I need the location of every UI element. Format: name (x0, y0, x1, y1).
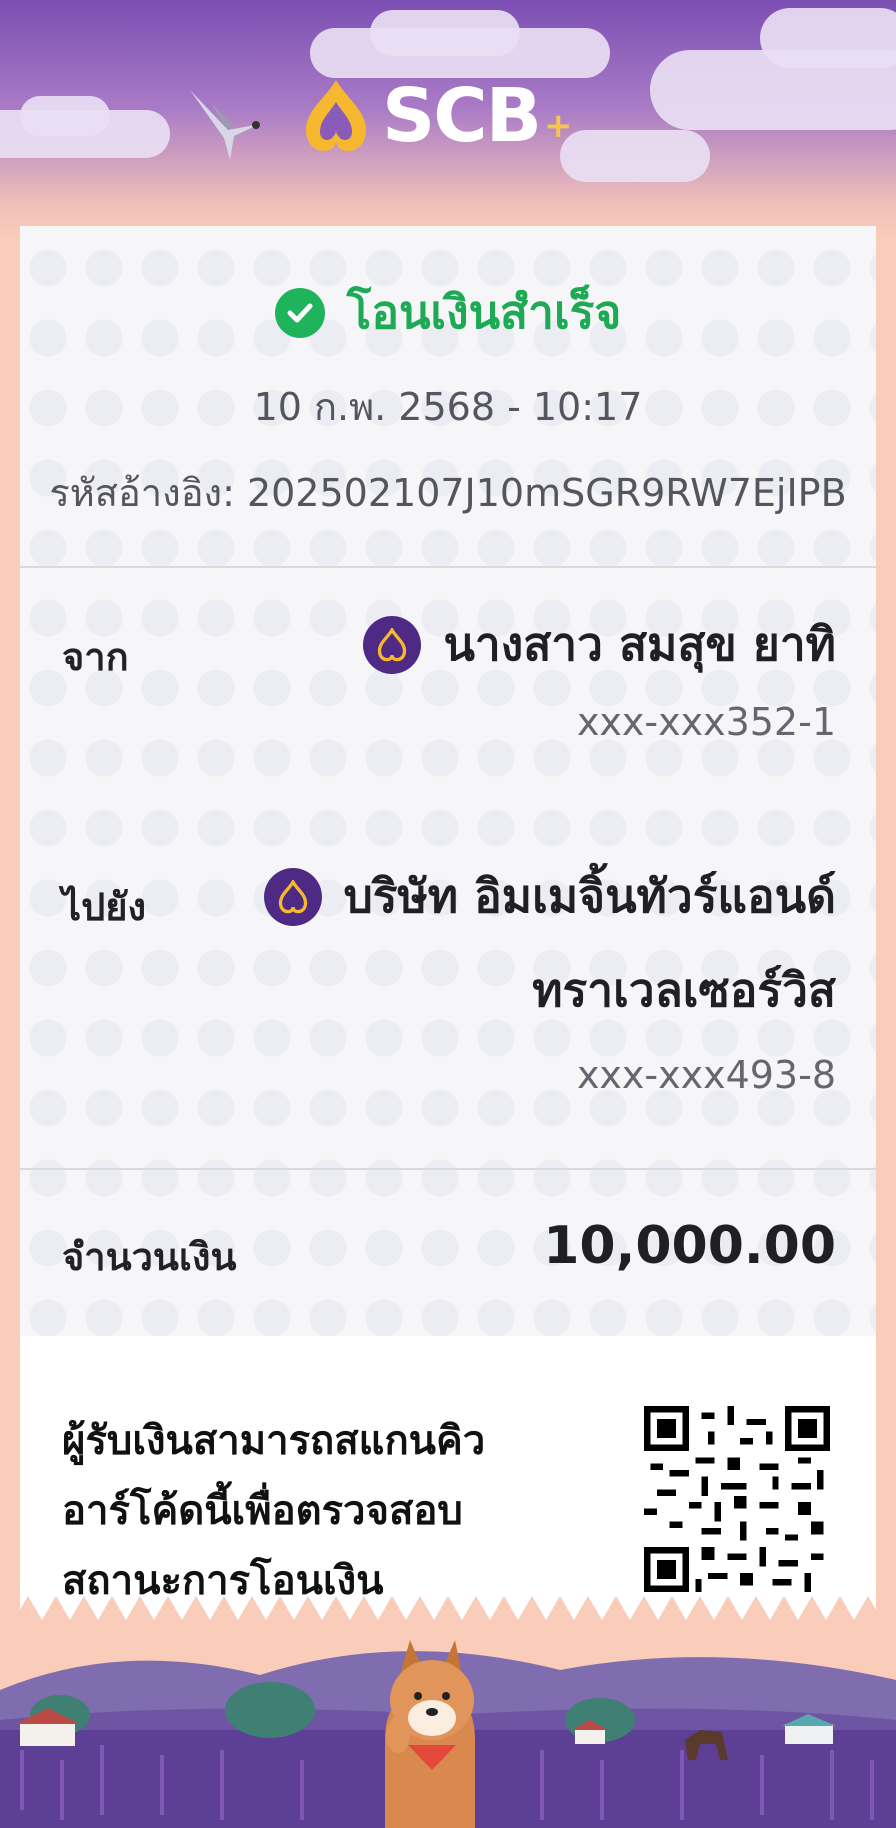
recipient-name-line1: บริษัท อิมเมจิ้นทัวร์แอนด์ (343, 869, 836, 924)
to-label: ไปยัง (62, 885, 147, 929)
scb-logo: SCB + (300, 76, 573, 156)
qr-instruction-line2: อาร์โค้ดนี้เพื่อตรวจสอบ (62, 1488, 463, 1534)
check-circle-icon (274, 287, 325, 338)
cloud (760, 8, 896, 68)
divider (20, 566, 876, 568)
cloud (370, 10, 520, 56)
success-text: โอนเงินสำเร็จ (346, 285, 622, 339)
qr-instruction: ผู้รับเงินสามารถสแกนคิว อาร์โค้ดนี้เพื่อ… (62, 1406, 562, 1616)
from-block: นางสาว สมสุข ยาทิ xxx-xxx352-1 (363, 616, 836, 744)
divider (20, 1168, 876, 1170)
to-block: บริษัท อิมเมจิ้นทัวร์แอนด์ ทราเวลเซอร์วิ… (263, 868, 836, 1097)
recipient-name-line2: ทราเวลเซอร์วิส (532, 963, 836, 1017)
cloud (20, 96, 110, 136)
scb-logo-icon (306, 80, 366, 152)
logo-plus: + (544, 106, 573, 146)
lavender-field-illustration (0, 1620, 896, 1828)
bird-icon (190, 90, 260, 160)
amount-label: จำนวนเงิน (62, 1235, 237, 1279)
reference-number: รหัสอ้างอิง: 202502107J10mSGR9RW7EjIPB (49, 471, 847, 515)
from-label: จาก (62, 635, 129, 679)
sender-account: xxx-xxx352-1 (576, 700, 836, 744)
recipient-account: xxx-xxx493-8 (576, 1053, 836, 1097)
logo-text: SCB (382, 73, 542, 159)
amount-value: 10,000.00 (543, 1216, 836, 1276)
receipt-card: โอนเงินสำเร็จ 10 ก.พ. 2568 - 10:17 รหัสอ… (20, 226, 876, 1620)
scb-bank-icon (363, 616, 422, 674)
qr-instruction-line1: ผู้รับเงินสามารถสแกนคิว (62, 1418, 486, 1464)
qr-code-icon[interactable] (644, 1406, 830, 1592)
success-status: โอนเงินสำเร็จ (20, 276, 876, 349)
header-banner: SCB + (0, 0, 896, 240)
sender-name: นางสาว สมสุข ยาทิ (443, 617, 836, 672)
scb-bank-icon (263, 868, 322, 926)
cloud (560, 130, 710, 182)
transaction-datetime: 10 ก.พ. 2568 - 10:17 (253, 385, 643, 429)
